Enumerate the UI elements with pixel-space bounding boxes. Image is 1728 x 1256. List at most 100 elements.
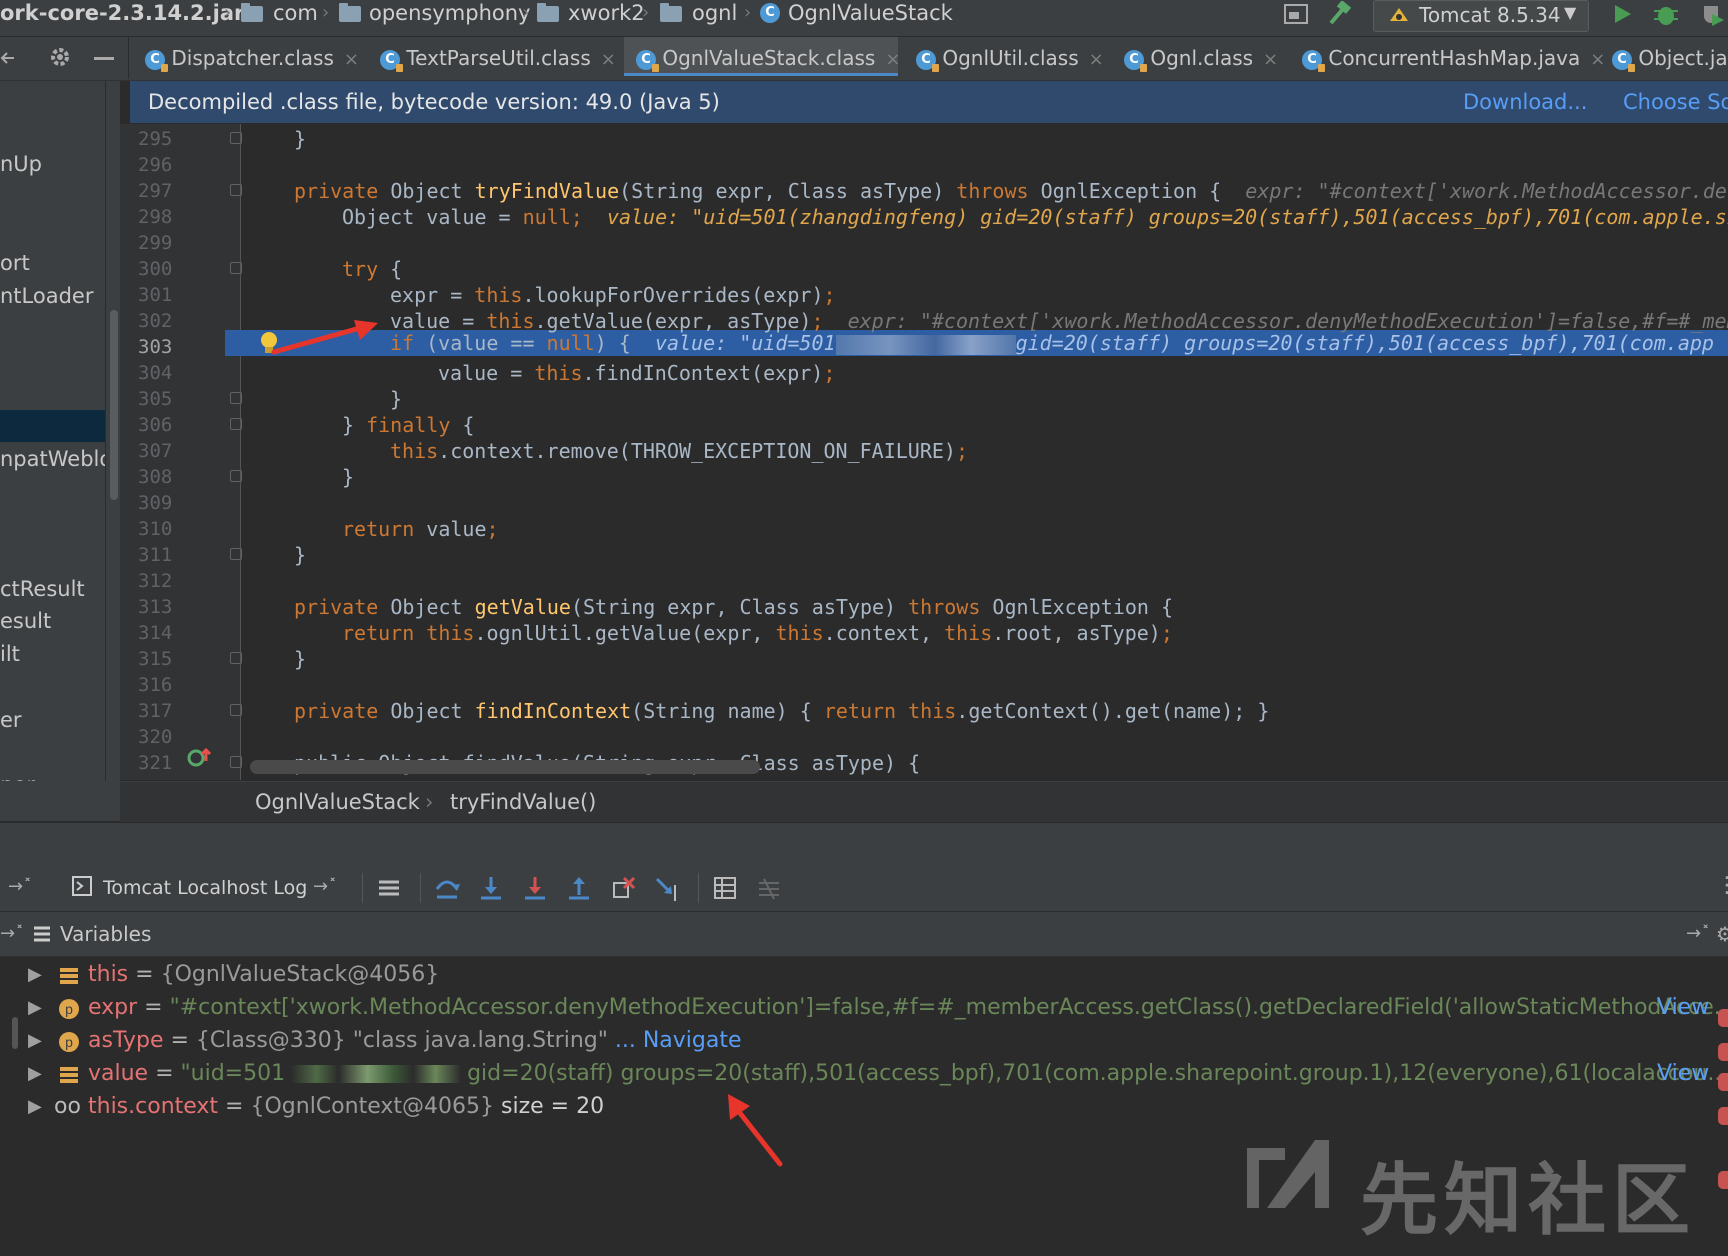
evaluate-expression-icon[interactable]	[712, 875, 738, 901]
tab-label: OgnlUtil.class	[942, 46, 1079, 70]
build-hammer-icon[interactable]	[1325, 1, 1353, 27]
error-marker	[1718, 1107, 1728, 1125]
breadcrumb-class[interactable]: OgnlValueStack	[255, 782, 420, 822]
keyword: return	[342, 621, 427, 645]
download-link[interactable]: Download...	[1463, 81, 1587, 123]
gear-icon[interactable]	[48, 45, 72, 69]
view-link[interactable]: View	[1657, 992, 1709, 1024]
implements-icon[interactable]	[186, 747, 212, 769]
run-config-select[interactable]: Tomcat 8.5.34 ▼	[1373, 0, 1589, 32]
variable-entry: value = "uid=501 gid=20(staff) groups=20(…	[88, 1058, 1728, 1090]
editor-tab-bar: C Dispatcher.class × C TextParseUtil.clas…	[0, 37, 1728, 81]
keyword: throws	[908, 595, 993, 619]
code-line-current: if (value == null) { value: "uid=501 gid=…	[390, 330, 1714, 356]
minimize-icon[interactable]	[94, 57, 114, 60]
tab-concurrenthashmap[interactable]: C ConcurrentHashMap.java ×	[1302, 37, 1605, 79]
breadcrumb-jar[interactable]: ork-core-2.3.14.2.jar	[0, 0, 244, 28]
breadcrumb-method[interactable]: tryFindValue()	[450, 782, 596, 822]
project-item[interactable]: ort	[0, 249, 30, 277]
line-number: 316	[138, 674, 173, 696]
navigate-link[interactable]: ... Navigate	[615, 1028, 742, 1053]
choose-sources-link[interactable]: Choose So	[1623, 81, 1728, 123]
close-icon[interactable]: ×	[885, 49, 900, 70]
breadcrumb-xwork2[interactable]: xwork2	[568, 0, 645, 28]
expand-arrow-icon[interactable]: ▶	[28, 1025, 42, 1057]
close-icon[interactable]: ×	[1590, 49, 1605, 70]
code-line: private Object tryFindValue(String expr,…	[294, 178, 1728, 204]
code-text: ;	[570, 205, 583, 229]
pin-tab-icon[interactable]: →˟	[313, 876, 337, 897]
tab-dispatcher[interactable]: C Dispatcher.class ×	[145, 37, 360, 79]
code-line: expr = this.lookupForOverrides(expr);	[390, 282, 836, 308]
step-over-icon[interactable]	[434, 875, 460, 901]
close-icon[interactable]: ×	[344, 49, 359, 70]
close-icon[interactable]: ×	[1089, 49, 1104, 70]
project-scrollbar[interactable]	[110, 310, 118, 500]
breadcrumb-opensymphony[interactable]: opensymphony	[369, 0, 530, 28]
run-to-cursor-icon[interactable]	[654, 875, 680, 901]
watermark-logo	[1247, 1140, 1329, 1208]
project-item[interactable]: ilt	[0, 640, 20, 668]
run-icon[interactable]	[1610, 2, 1634, 26]
code-text: {	[390, 257, 403, 281]
variable-entry: this = {OgnlValueStack@4056}	[88, 959, 439, 991]
tab-textparseutil[interactable]: C TextParseUtil.class ×	[380, 37, 616, 79]
tab-tomcat-localhost-log[interactable]: Tomcat Localhost Log	[103, 865, 307, 911]
debug-bug-icon[interactable]	[1652, 1, 1680, 27]
settings-icon[interactable]: ⚙	[1716, 912, 1728, 956]
keyword: finally	[366, 413, 463, 437]
variables-scrollbar[interactable]	[12, 1017, 18, 1049]
layout-icon[interactable]	[1283, 3, 1309, 25]
expand-arrow-icon[interactable]: ▶	[28, 959, 42, 991]
project-item[interactable]: nUp	[0, 150, 42, 178]
keyword: this	[474, 283, 523, 307]
divider	[420, 873, 421, 903]
project-item[interactable]: er	[0, 706, 22, 734]
breadcrumb-com[interactable]: com	[273, 0, 318, 28]
project-item[interactable]: npatWeblo	[0, 445, 105, 473]
restore-icon[interactable]: →˟	[1686, 912, 1710, 956]
svg-text:p: p	[65, 1034, 73, 1050]
tab-ognlutil[interactable]: C OgnlUtil.class ×	[916, 37, 1104, 79]
drop-frame-icon[interactable]	[610, 875, 636, 901]
keyword: this	[426, 621, 475, 645]
expand-arrow-icon[interactable]: ▶	[28, 1091, 42, 1123]
close-icon[interactable]: ×	[601, 49, 616, 70]
pin-tab-icon[interactable]: →˟	[8, 876, 32, 897]
folder-icon	[537, 3, 559, 22]
error-marker	[1718, 1043, 1728, 1061]
project-item[interactable]: ctResult	[0, 575, 85, 603]
variable-name: asType	[88, 1028, 164, 1053]
editor-breadcrumb: OgnlValueStack › tryFindValue()	[120, 781, 1728, 822]
variable-size: size = 20	[501, 1094, 605, 1119]
navigation-bar: ork-core-2.3.14.2.jar › com › opensympho…	[0, 0, 1728, 37]
collapse-panel-icon[interactable]	[0, 49, 18, 67]
close-icon[interactable]: ×	[1263, 49, 1278, 70]
code-text: Object value =	[342, 205, 523, 229]
tomcat-icon	[1390, 8, 1408, 21]
project-item[interactable]: esult	[0, 607, 51, 635]
project-item[interactable]: ntLoader	[0, 282, 93, 310]
force-step-into-icon[interactable]	[522, 875, 548, 901]
editor-horizontal-scrollbar[interactable]	[250, 760, 760, 774]
show-execution-point-icon[interactable]	[376, 875, 402, 901]
view-link[interactable]: View	[1657, 1058, 1709, 1090]
trace-stream-icon[interactable]	[756, 875, 782, 901]
variable-value: {Class@330} "class java.lang.String"	[195, 1028, 608, 1053]
tab-object[interactable]: C Object.jav	[1612, 37, 1728, 79]
more-icon[interactable]: ⋮	[1716, 873, 1728, 898]
expand-arrow-icon[interactable]: ▶	[28, 1058, 42, 1090]
pin-icon[interactable]: →˟	[0, 912, 24, 956]
coverage-icon[interactable]	[1698, 2, 1726, 28]
code-text: (value ==	[426, 331, 547, 355]
tab-ognl[interactable]: C Ognl.class ×	[1124, 37, 1278, 79]
breadcrumb-ognlvaluestack[interactable]: OgnlValueStack	[788, 0, 953, 28]
step-out-icon[interactable]	[566, 875, 592, 901]
redacted-block	[291, 1065, 462, 1083]
project-item-selected[interactable]	[0, 410, 105, 442]
step-into-icon[interactable]	[478, 875, 504, 901]
tab-ognlvaluestack[interactable]: C OgnlValueStack.class ×	[624, 37, 900, 76]
breadcrumb-ognl[interactable]: ognl	[692, 0, 737, 28]
expand-arrow-icon[interactable]: ▶	[28, 992, 42, 1024]
code-editor[interactable]: } private Object tryFindValue(String exp…	[241, 124, 1728, 780]
